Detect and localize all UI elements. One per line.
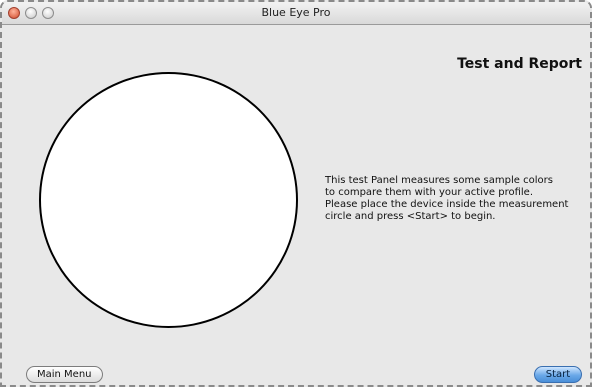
start-button[interactable]: Start xyxy=(534,366,582,383)
app-window: Blue Eye Pro Test and Report This test P… xyxy=(0,0,592,387)
window-title: Blue Eye Pro xyxy=(261,6,331,19)
title-bar[interactable]: Blue Eye Pro xyxy=(2,2,590,25)
instructions-text: This test Panel measures some sample col… xyxy=(325,175,569,222)
measurement-circle xyxy=(39,72,298,328)
panel-heading: Test and Report xyxy=(457,56,582,72)
main-menu-button[interactable]: Main Menu xyxy=(26,366,103,383)
